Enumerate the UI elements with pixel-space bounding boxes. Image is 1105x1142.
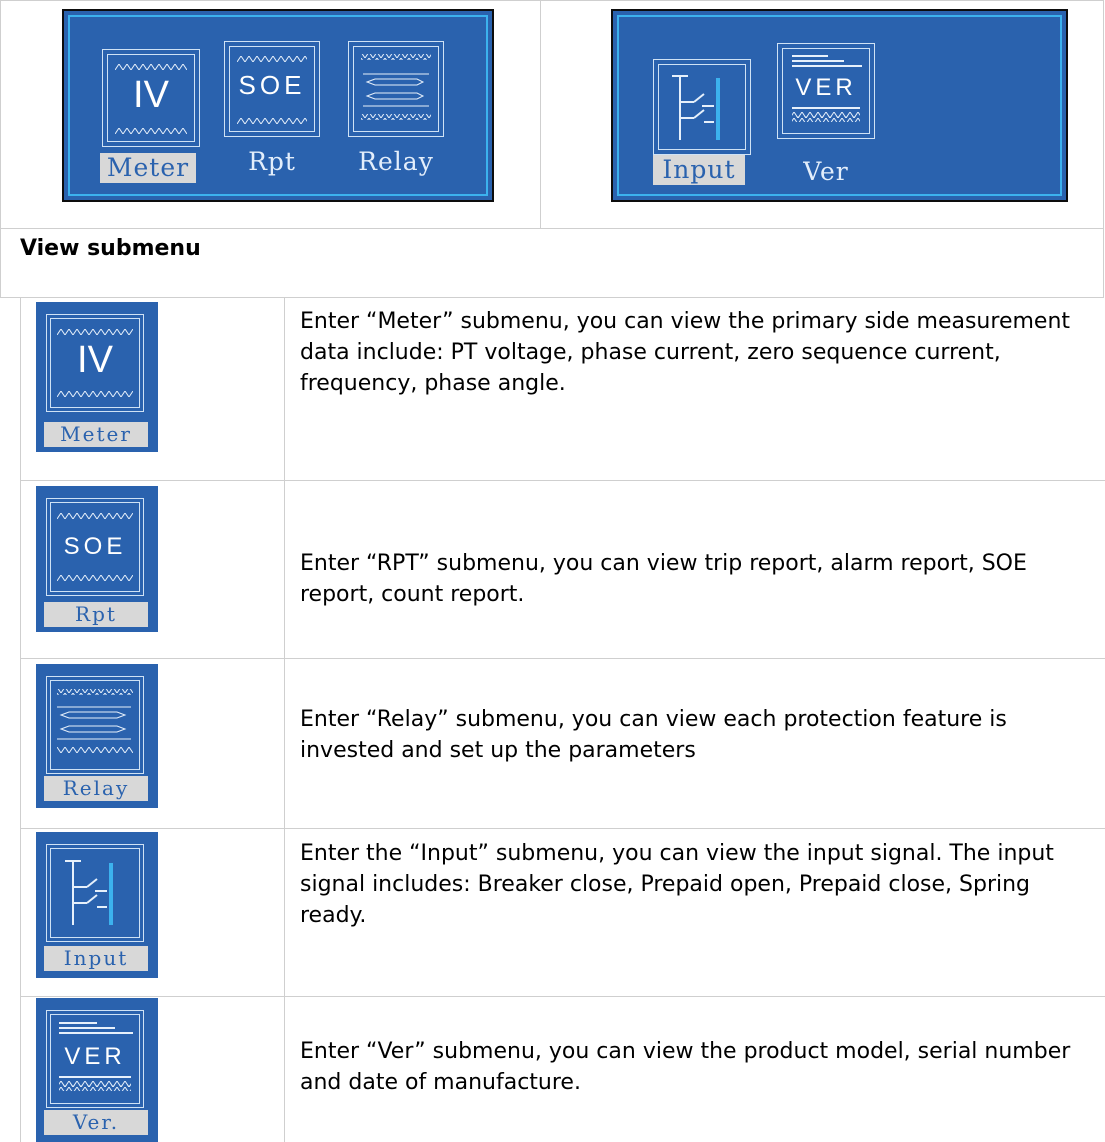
menu-item-input[interactable]: Input xyxy=(653,155,745,185)
relay-lines xyxy=(361,54,431,120)
soe-glyph: SOE xyxy=(63,533,127,560)
meter-label: Meter xyxy=(44,422,148,447)
soe-icon[interactable]: SOE xyxy=(224,41,320,137)
zigzag-bottom xyxy=(115,128,187,134)
submenu-table-divider xyxy=(284,298,285,1142)
input-description: Enter the “Input” submenu, you can view … xyxy=(300,841,1054,928)
breaker-switch-glyph xyxy=(65,860,113,925)
ver-label: Ver. xyxy=(44,1110,148,1135)
rpt-row-icon: SOE Rpt xyxy=(36,486,158,632)
ver-lines xyxy=(792,55,862,67)
relay-lines xyxy=(57,689,133,753)
ver-icon[interactable]: VER xyxy=(777,43,875,139)
menu-item-meter[interactable]: Meter xyxy=(100,153,196,183)
meter-row-icon: IV Meter xyxy=(36,302,158,452)
ver-glyph: VER xyxy=(795,74,857,101)
relay-description: Enter “Relay” submenu, you can view each… xyxy=(300,707,1007,763)
row-separator xyxy=(20,480,1105,481)
ver-underline xyxy=(792,107,860,122)
ver-lines xyxy=(59,1022,133,1034)
row-separator xyxy=(20,828,1105,829)
soe-glyph: SOE xyxy=(238,70,306,100)
iv-glyph: IV xyxy=(133,74,169,116)
relay-row-icon: Relay xyxy=(36,664,158,808)
iv-glyph: IV xyxy=(77,339,113,381)
menu-item-ver[interactable]: Ver xyxy=(777,157,875,187)
main-menu-screen-left: IV Meter SOE Rpt Relay xyxy=(62,9,494,202)
relay-label: Relay xyxy=(44,776,148,801)
top-table-row-divider xyxy=(0,228,1104,229)
main-menu-screen-right: Meter Input VER Ver xyxy=(611,9,1068,202)
relay-icon[interactable] xyxy=(348,41,444,137)
menu-item-rpt[interactable]: Rpt xyxy=(224,147,320,177)
row-separator xyxy=(20,996,1105,997)
zigzag-top xyxy=(237,56,307,62)
meter-icon[interactable]: IV xyxy=(102,49,200,147)
row-separator xyxy=(20,658,1105,659)
menu-item-relay[interactable]: Relay xyxy=(348,147,444,177)
rpt-description: Enter “RPT” submenu, you can view trip r… xyxy=(300,551,1027,607)
section-title: View submenu xyxy=(20,236,201,261)
breaker-switch-glyph xyxy=(672,75,720,140)
ver-glyph: VER xyxy=(64,1043,126,1070)
zigzag-bottom xyxy=(237,118,307,124)
rpt-label: Rpt xyxy=(44,602,148,627)
input-row-icon: Input xyxy=(36,832,158,978)
input-label: Input xyxy=(44,946,148,971)
top-table-divider xyxy=(540,0,541,228)
ver-row-icon: VER Ver. xyxy=(36,998,158,1142)
ver-underline xyxy=(59,1076,131,1091)
meter-description: Enter “Meter” submenu, you can view the … xyxy=(300,309,1071,396)
input-icon[interactable] xyxy=(653,59,751,155)
zigzag-top xyxy=(115,64,187,70)
ver-description: Enter “Ver” submenu, you can view the pr… xyxy=(300,1039,1071,1095)
